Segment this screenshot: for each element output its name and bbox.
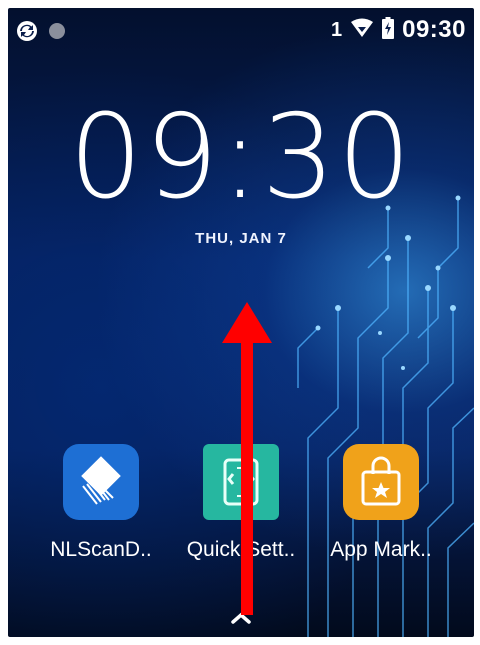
chevron-up-icon[interactable] xyxy=(8,611,474,630)
app-label-nlscan: NLScanD.. xyxy=(50,538,152,561)
lockscreen-date: THU, JAN 7 xyxy=(195,230,287,247)
app-label-market: App Mark.. xyxy=(330,538,432,561)
notification-dot-icon xyxy=(48,22,66,45)
app-quick-settings[interactable]: Quick Sett.. xyxy=(171,444,311,562)
lockscreen-clock: 09:30 xyxy=(68,90,414,225)
lock-screen: 1 09:30 09:30 THU, JAN 7 NLScanD.. Quick… xyxy=(8,8,474,637)
wifi-icon xyxy=(350,18,374,43)
sim-indicator: 1 xyxy=(330,18,343,41)
app-nlscan[interactable]: NLScanD.. xyxy=(31,444,171,562)
quick-settings-icon xyxy=(203,444,279,520)
app-market-icon xyxy=(343,444,419,520)
sync-icon xyxy=(16,20,38,47)
battery-icon xyxy=(382,16,395,44)
app-market[interactable]: App Mark.. xyxy=(311,444,451,562)
nlscan-icon xyxy=(63,444,139,520)
status-bar: 1 09:30 xyxy=(8,8,474,52)
app-label-quick-settings: Quick Sett.. xyxy=(186,538,296,561)
status-time: 09:30 xyxy=(402,16,466,43)
